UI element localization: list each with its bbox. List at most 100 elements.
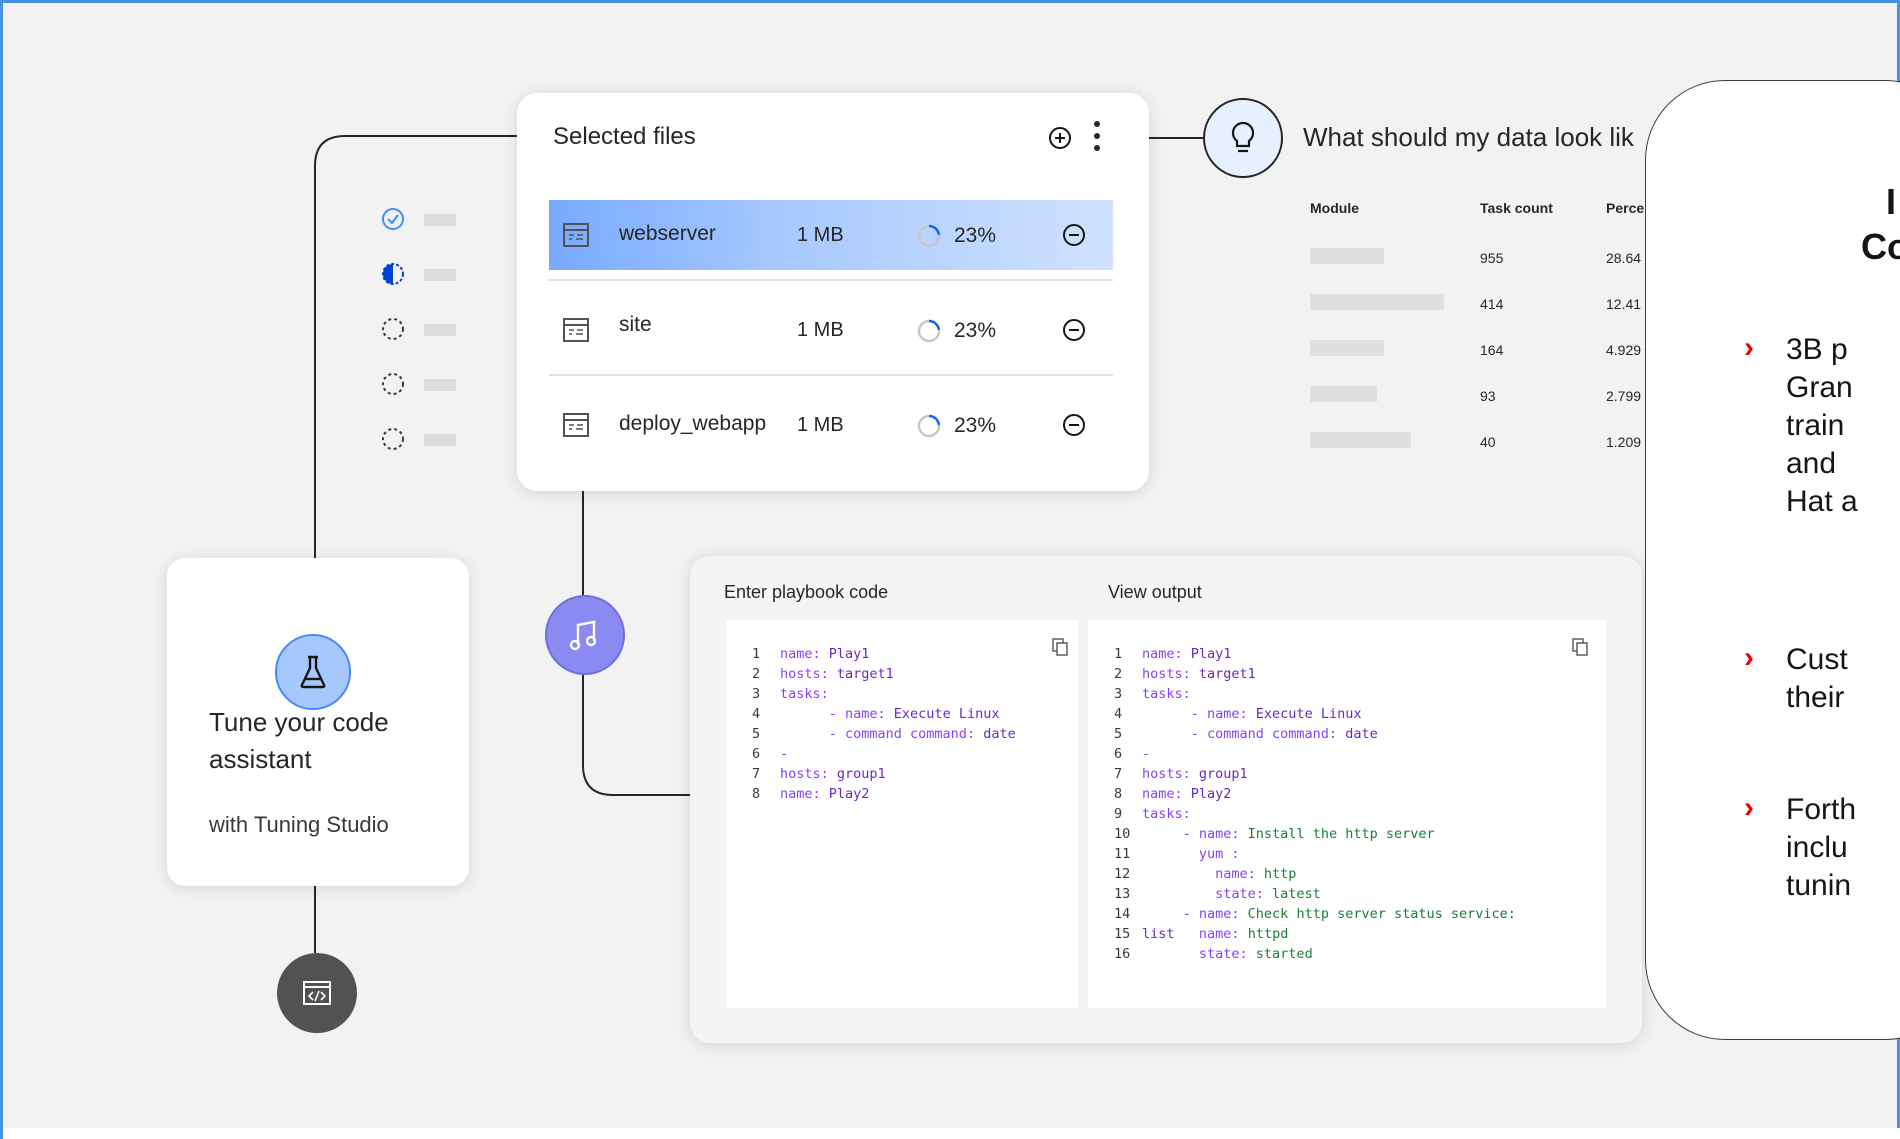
code-lines: 1 name: Play1 2 hosts: target1 3 tasks: 4 - na… [752,644,1016,804]
tune-title-line1: Tune your code [209,707,389,737]
code-line: 4 - name: Execute Linux [1114,706,1362,722]
file-name: deploy_webapp [619,412,767,435]
chevron-right-icon: › [1744,641,1754,674]
lightbulb-node[interactable] [1203,98,1283,178]
file-progress: 23% [954,414,997,437]
tune-subtitle: with Tuning Studio [209,812,389,837]
copy-icon[interactable] [1052,638,1068,656]
data-question-link[interactable]: What should my data look lik [1303,122,1634,153]
callout-title-line2: Co [1861,226,1900,267]
percent-cell: 12.41 [1606,296,1642,312]
code-line: 6- [1114,746,1151,762]
file-name: site [619,313,652,336]
status-item [380,206,460,232]
file-progress: 23% [954,224,997,247]
code-line: 9 tasks: [1114,806,1191,822]
status-item [380,261,460,287]
percent-cell: 28.64 [1606,250,1642,266]
file-progress: 23% [954,319,997,342]
divider [549,279,1113,281]
code-line: 10 - name: Install the http server [1114,826,1435,842]
file-name: webserver [619,222,716,245]
callout-bullet-text: Forth inclu tunin [1786,793,1857,902]
task-count-cell: 955 [1480,250,1504,266]
code-line: 2 hosts: target1 [1114,666,1256,682]
chevron-right-icon: › [1744,791,1754,824]
table-header: Module [1310,200,1359,216]
output-code-viewer[interactable]: 1 name: Play1 2 hosts: target1 3 tasks: 4 - na… [1088,620,1606,1008]
lightbulb-icon [1231,121,1255,153]
checkmark-circle-icon [382,208,404,230]
remove-circle-icon[interactable] [1061,222,1087,248]
progress-ring-icon [917,319,941,343]
file-row[interactable]: deploy_webapp 1 MB 23% [549,390,1113,460]
output-label: View output [1108,582,1202,602]
code-line: 1 name: Play1 [1114,646,1232,662]
playbook-panel: Enter playbook code View output 1 name: P… [690,556,1642,1043]
task-count-cell: 40 [1480,434,1496,450]
files-card-title: Selected files [553,123,696,150]
callout-bullet-text: 3B p Gran train and Hat a [1786,333,1858,518]
module-bar [1310,386,1377,402]
code-line: 13 state: latest [1114,886,1321,902]
progress-ring-icon [917,414,941,438]
code-line: 7 hosts: group1 [1114,766,1248,782]
selected-files-card: Selected files webserver 1 MB 23% site 1… [517,93,1149,491]
music-note-icon [569,620,597,651]
tune-title: Tune your code assistant [209,704,389,778]
task-count-cell: 414 [1480,296,1504,312]
table-header: Task count [1480,200,1553,216]
callout-bullet-text: Cust their [1786,643,1848,714]
callout-card: I Co › 3B p Gran train and Hat a › Cust … [1645,80,1900,1040]
code-line: 14 - name: Check http server status serv… [1114,906,1516,922]
code-line: 5 - command command: date [752,726,1016,742]
half-circle-icon [382,263,404,285]
code-line: 7 hosts: group1 [752,766,886,782]
table-header: Perce [1606,200,1645,216]
tune-code-assistant-card[interactable]: Tune your code assistant with Tuning Stu… [167,558,469,886]
file-row[interactable]: webserver 1 MB 23% [549,200,1113,270]
percent-cell: 2.799 [1606,388,1642,404]
file-size: 1 MB [797,224,844,246]
flask-icon [275,634,351,710]
progress-ring-icon [917,224,941,248]
code-line: 1 name: Play1 [752,646,870,662]
music-node[interactable] [545,595,625,675]
playbook-code-editor[interactable]: 1 name: Play1 2 hosts: target1 3 tasks: 4 - na… [726,620,1078,1008]
code-line: 3 tasks: [752,686,829,702]
remove-circle-icon[interactable] [1061,317,1087,343]
code-line: 3 tasks: [1114,686,1191,702]
module-bar [1310,248,1384,264]
input-label: Enter playbook code [724,582,889,602]
code-node[interactable] [277,953,357,1033]
code-line: 6- [752,746,789,762]
status-item [380,316,460,342]
dashed-circle-icon [382,318,404,340]
chevron-right-icon: › [1744,331,1754,364]
code-line: 5 - command command: date [1114,726,1378,742]
code-line: 8 name: Play2 [1114,786,1232,802]
percent-cell: 4.929 [1606,342,1642,358]
module-bar [1310,294,1444,310]
file-row[interactable]: site 1 MB 23% [549,295,1113,365]
code-window-icon [303,981,331,1005]
percent-cell: 1.209 [1606,434,1642,450]
file-icon [563,413,589,437]
callout-title-line1: I [1886,181,1897,222]
copy-icon[interactable] [1572,638,1588,656]
code-line: 15 list name: httpd [1114,926,1289,942]
status-item [380,426,460,452]
module-bar [1310,340,1384,356]
add-circle-icon[interactable] [1047,125,1073,151]
dashed-circle-icon [382,373,404,395]
code-line: 8 name: Play2 [752,786,870,802]
dashed-circle-icon [382,428,404,450]
file-size: 1 MB [797,414,844,436]
module-bar [1310,432,1411,448]
code-line: 4 - name: Execute Linux [752,706,1000,722]
divider [549,374,1113,376]
code-line: 12 name: http [1114,866,1297,882]
remove-circle-icon[interactable] [1061,412,1087,438]
overflow-menu-icon[interactable] [1091,121,1103,155]
status-item [380,371,460,397]
